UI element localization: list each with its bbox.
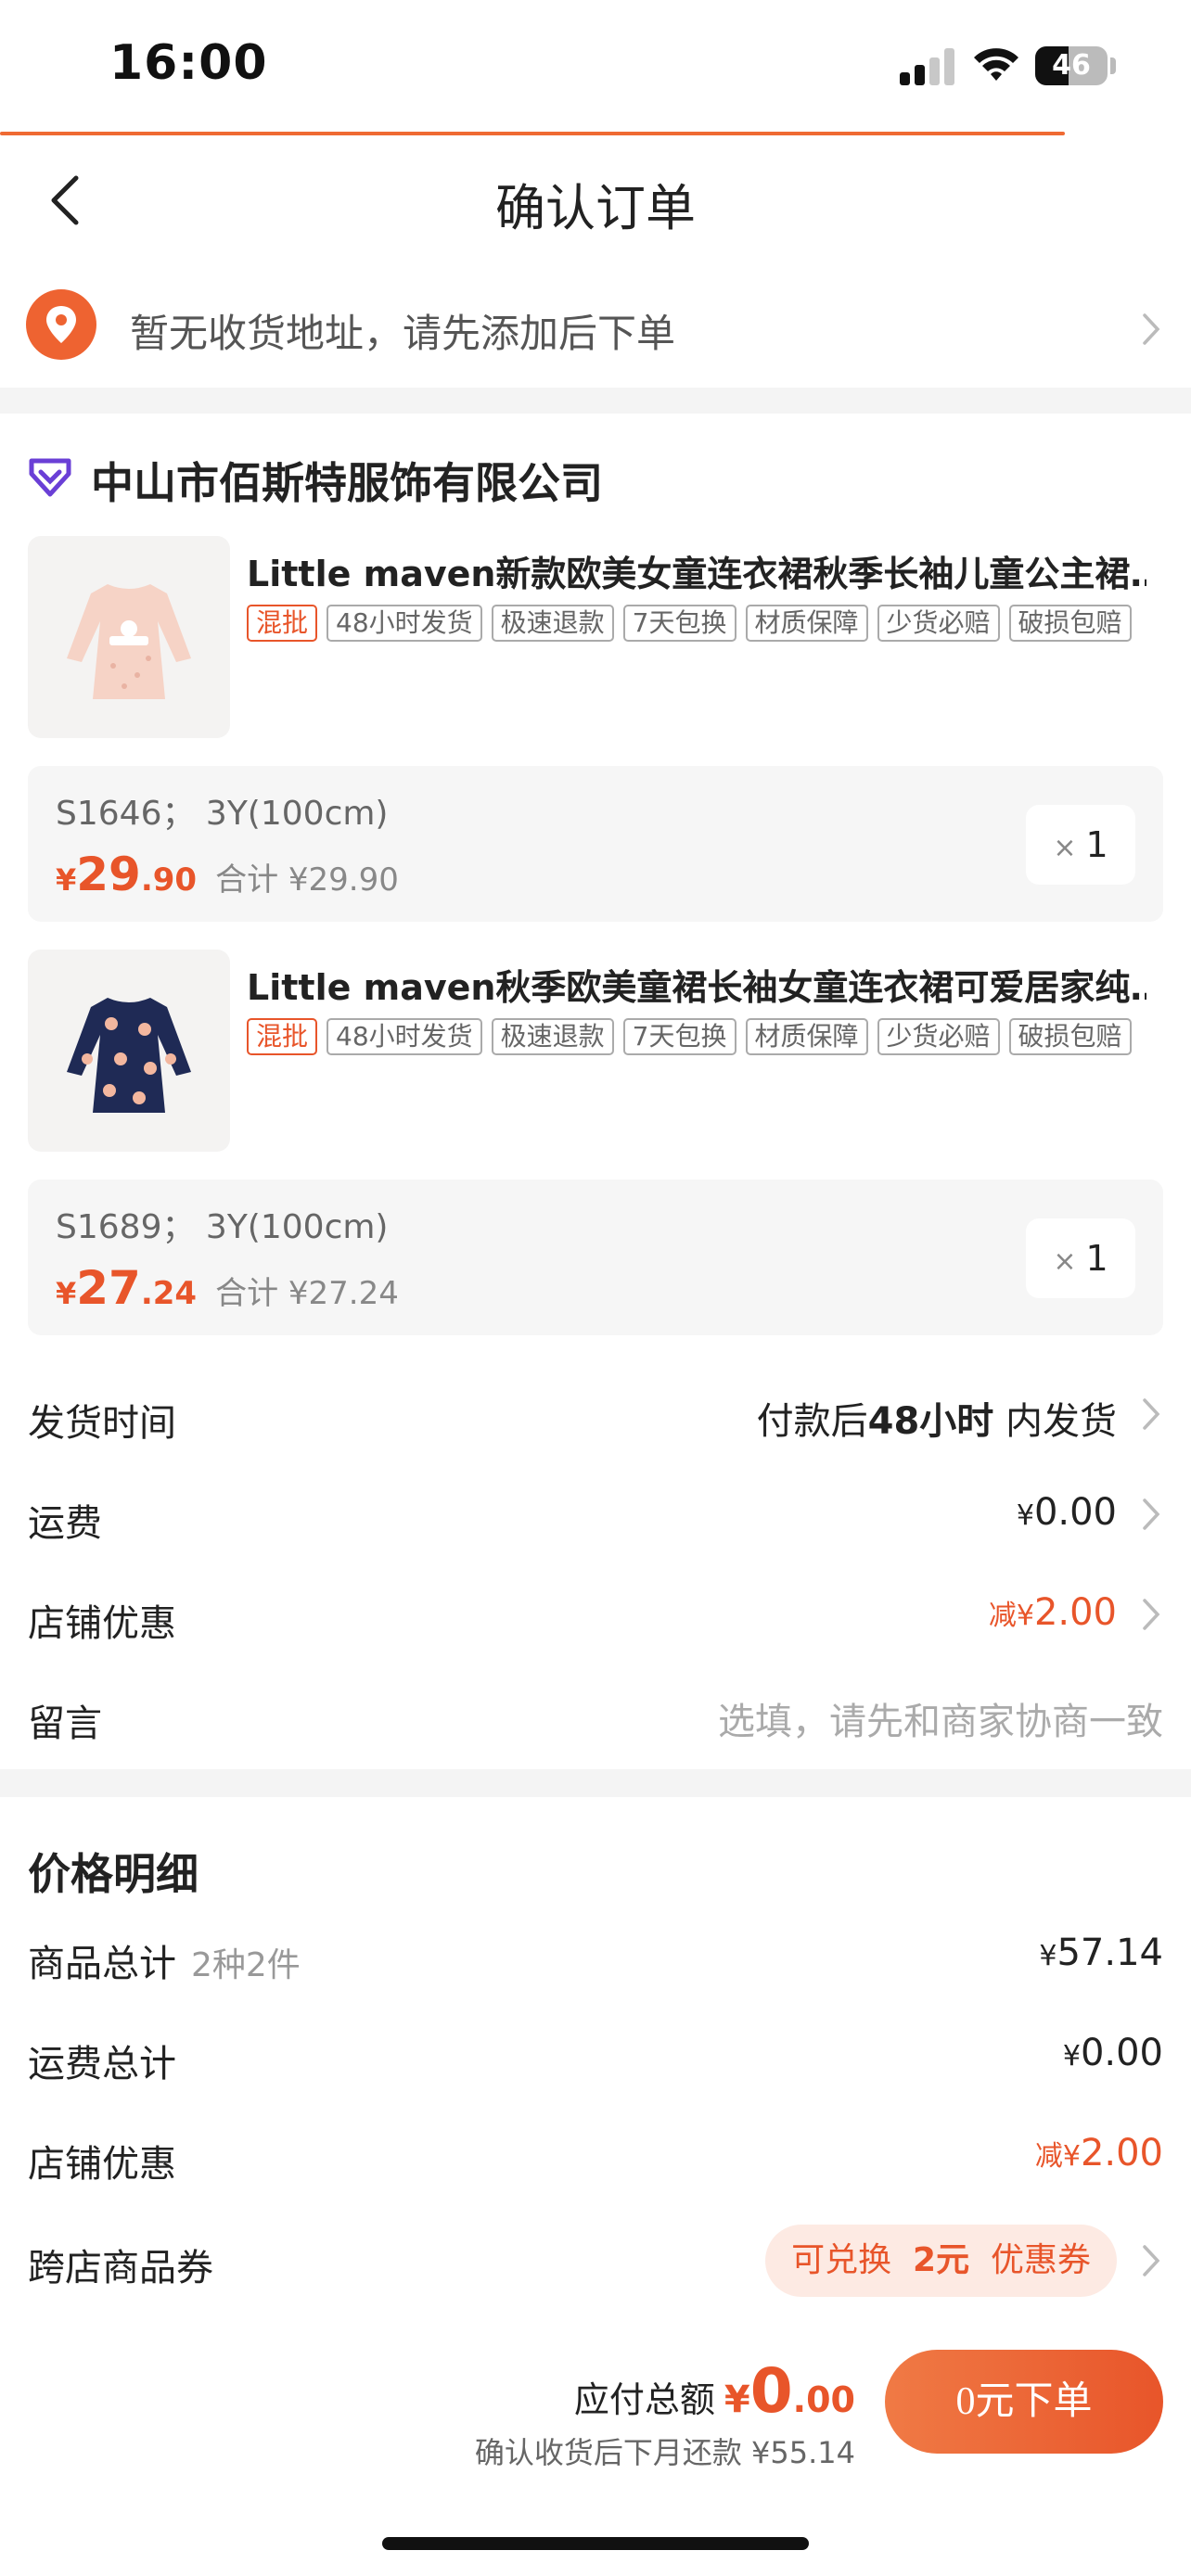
product-item[interactable]: Little maven秋季欧美童裙长袖女童连衣裙可爱居家纯… 混批 48小时发货… — [0, 950, 1191, 1154]
battery-level: 46 — [1052, 49, 1091, 82]
tag: 48小时发货 — [327, 605, 482, 642]
goods-total-row: 商品总计 2种2件 ¥57.14 — [28, 1932, 1163, 1985]
page-title: 确认订单 — [495, 179, 696, 237]
tag: 48小时发货 — [327, 1018, 482, 1055]
service-tags: 混批 48小时发货 极速退款 7天包换 材质保障 少货必赔 破损包赔 — [247, 1018, 1174, 1070]
product-thumbnail[interactable] — [28, 950, 230, 1152]
product-name: Little maven新款欧美女童连衣裙秋季长袖儿童公主裙… — [247, 554, 1146, 594]
tag: 混批 — [247, 1018, 318, 1055]
chevron-right-icon — [1143, 2245, 1160, 2276]
tag: 混批 — [247, 605, 318, 642]
status-bar: 16:00 46 — [0, 0, 1191, 130]
freight-row[interactable]: 运费 ¥0.00 — [0, 1465, 1191, 1565]
goods-total-value: ¥57.14 — [1039, 1932, 1163, 1974]
freight-total-value: ¥0.00 — [1062, 2032, 1163, 2074]
shop-discount-value: 减¥2.00 — [988, 1591, 1117, 1634]
section-divider — [0, 1769, 1191, 1797]
message-row[interactable]: 留言 选填，请先和商家协商一致 — [0, 1665, 1191, 1766]
sku-spec: S1689； 3Y(100cm) — [56, 1208, 389, 1246]
quantity-box[interactable]: × 1 — [1026, 805, 1135, 885]
tag: 材质保障 — [745, 605, 868, 642]
ship-time-row[interactable]: 发货时间 付款后48小时 内发货 — [0, 1365, 1191, 1465]
product-name: Little maven秋季欧美童裙长袖女童连衣裙可爱居家纯… — [247, 967, 1146, 1008]
tag: 7天包换 — [622, 1018, 736, 1055]
sku-box: S1689； 3Y(100cm) ¥27.24 合计 ¥27.24 × 1 — [28, 1180, 1163, 1335]
chevron-right-icon — [1143, 1599, 1160, 1630]
coupon-pill[interactable]: 可兑换 2元 优惠券 — [765, 2225, 1117, 2297]
amount-due: 应付总额 ¥0.00 — [573, 2355, 855, 2427]
status-time: 16:00 — [109, 35, 268, 91]
battery-icon: 46 — [1035, 46, 1108, 85]
loading-progress-bar — [0, 132, 1065, 135]
submit-order-button[interactable]: 0元下单 — [885, 2350, 1163, 2454]
line-total: 合计 ¥29.90 — [215, 861, 399, 899]
tag: 少货必赔 — [877, 605, 1000, 642]
address-row[interactable]: 暂无收货地址，请先添加后下单 — [0, 269, 1191, 389]
detail-shop-discount-row: 店铺优惠 减¥2.00 — [28, 2132, 1163, 2186]
home-indicator — [382, 2537, 809, 2550]
chevron-right-icon — [1143, 313, 1160, 345]
sku-spec: S1646； 3Y(100cm) — [56, 795, 389, 833]
chevron-right-icon — [1143, 1498, 1160, 1530]
message-input[interactable]: 选填，请先和商家协商一致 — [718, 1691, 1163, 1745]
tag: 少货必赔 — [877, 1018, 1000, 1055]
shop-header[interactable]: 中山市佰斯特服饰有限公司 — [0, 440, 1191, 515]
address-placeholder: 暂无收货地址，请先添加后下单 — [130, 311, 676, 356]
wifi-icon — [974, 48, 1018, 81]
tag: 破损包赔 — [1008, 605, 1132, 642]
tag: 破损包赔 — [1008, 1018, 1132, 1055]
location-pin-icon — [26, 289, 96, 360]
tag: 材质保障 — [745, 1018, 868, 1055]
price-detail-title: 价格明细 — [28, 1849, 198, 1899]
signal-icon — [900, 48, 957, 85]
line-total: 合计 ¥27.24 — [215, 1275, 399, 1312]
section-divider — [0, 388, 1191, 414]
repay-note: 确认收货后下月还款 ¥55.14 — [474, 2435, 855, 2470]
quantity-value: 1 — [1085, 1238, 1108, 1279]
tag: 极速退款 — [491, 605, 614, 642]
quantity-box[interactable]: × 1 — [1026, 1218, 1135, 1298]
unit-price: ¥27.24 合计 ¥27.24 — [56, 1261, 399, 1315]
tag: 极速退款 — [491, 1018, 614, 1055]
freight-value: ¥0.00 — [1016, 1491, 1117, 1534]
shop-badge-icon — [29, 458, 71, 497]
sku-box: S1646； 3Y(100cm) ¥29.90 合计 ¥29.90 × 1 — [28, 766, 1163, 922]
product-item[interactable]: Little maven新款欧美女童连衣裙秋季长袖儿童公主裙… 混批 48小时发货… — [0, 536, 1191, 740]
shop-name: 中山市佰斯特服饰有限公司 — [91, 458, 603, 508]
service-tags: 混批 48小时发货 极速退款 7天包换 材质保障 少货必赔 破损包赔 — [247, 605, 1174, 657]
chevron-right-icon — [1143, 1398, 1160, 1430]
nav-bar: 确认订单 — [0, 139, 1191, 260]
product-thumbnail[interactable] — [28, 536, 230, 738]
detail-shop-discount-value: 减¥2.00 — [1034, 2132, 1163, 2174]
quantity-value: 1 — [1085, 824, 1108, 865]
tag: 7天包换 — [622, 605, 736, 642]
ship-time-value: 付款后48小时 内发货 — [756, 1400, 1117, 1443]
unit-price: ¥29.90 合计 ¥29.90 — [56, 848, 399, 901]
cross-store-coupon-row[interactable]: 跨店商品券 可兑换 2元 优惠券 — [0, 2213, 1191, 2306]
freight-total-row: 运费总计 ¥0.00 — [28, 2032, 1163, 2085]
shop-discount-row[interactable]: 店铺优惠 减¥2.00 — [0, 1565, 1191, 1665]
